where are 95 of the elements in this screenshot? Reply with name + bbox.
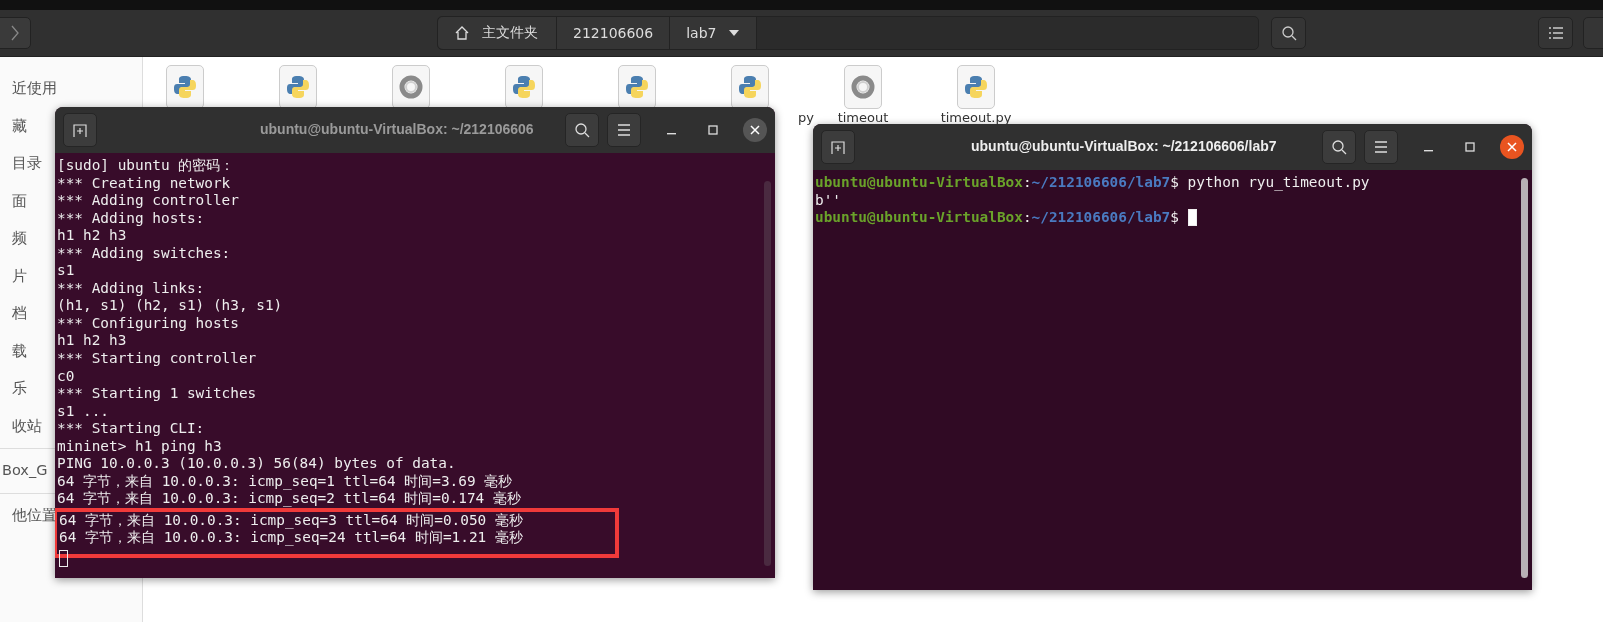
- sidebar-item[interactable]: 近使用: [12, 70, 57, 108]
- terminal-text: *** Adding links:: [57, 279, 205, 296]
- sidebar-item[interactable]: 面: [12, 182, 27, 220]
- terminal-text: c0: [57, 367, 75, 384]
- python-logo-icon: [285, 74, 311, 100]
- terminal-text: 64 字节，来自 10.0.0.3: icmp_seq=2 ttl=64 时间=0.174 毫秒: [57, 490, 521, 507]
- minimize-icon: [666, 133, 676, 135]
- prompt-user: ubuntu@ubuntu-VirtualBox: [815, 174, 1023, 190]
- sidebar-item[interactable]: 载: [12, 332, 27, 370]
- terminal-text: *** Adding hosts:: [57, 209, 205, 226]
- terminal-text: mininet> h1 ping h3: [57, 437, 222, 454]
- forward-button[interactable]: [0, 17, 31, 49]
- terminal-text: *** Adding controller: [57, 192, 239, 209]
- file-name: py: [798, 110, 814, 125]
- path-segment[interactable]: lab7: [670, 17, 758, 49]
- window-title: ubuntu@ubuntu-VirtualBox: ~/212106606/lab7: [971, 138, 1277, 154]
- python-logo-icon: [172, 74, 198, 100]
- search-button[interactable]: [1322, 130, 1356, 164]
- terminal-text: h1 h2 h3: [57, 332, 127, 349]
- terminal-text: b'': [815, 191, 841, 208]
- terminal-text: PING 10.0.0.3 (10.0.0.3) 56(84) bytes of data.: [57, 455, 456, 472]
- ring-icon: [398, 74, 424, 100]
- menu-icon: [1374, 141, 1388, 153]
- terminal-text: *** Starting CLI:: [57, 420, 205, 437]
- scrollbar[interactable]: [1521, 178, 1528, 578]
- minimize-icon: [1423, 150, 1433, 152]
- terminal-text: $: [1170, 209, 1180, 226]
- sidebar-item[interactable]: Box_G: [2, 452, 48, 490]
- file-icon[interactable]: [731, 65, 769, 109]
- new-tab-icon: [72, 122, 88, 138]
- terminal-text: $ python ryu_timeout.py: [1170, 174, 1370, 190]
- file-name: timeout.py: [940, 110, 1012, 125]
- file-icon[interactable]: [392, 65, 430, 109]
- sidebar-item[interactable]: 他位置: [12, 496, 57, 534]
- search-icon: [1280, 25, 1297, 41]
- list-icon: [1547, 26, 1564, 40]
- window-title: ubuntu@ubuntu-VirtualBox: ~/212106606: [260, 121, 534, 137]
- list-view-button[interactable]: [1538, 17, 1573, 49]
- prompt-path: ~/212106606/lab7: [1031, 174, 1171, 190]
- terminal-text: s1 ...: [57, 402, 109, 419]
- terminal-text: *** Adding switches:: [57, 244, 231, 261]
- chevron-icon: [9, 25, 20, 41]
- sidebar-item[interactable]: 频: [12, 220, 27, 258]
- sidebar-item[interactable]: 片: [12, 257, 27, 295]
- ring-icon: [850, 74, 876, 100]
- prompt-user: ubuntu@ubuntu-VirtualBox: [815, 209, 1023, 226]
- text-cursor: [59, 549, 68, 567]
- terminal-text: (h1, s1) (h2, s1) (h3, s1): [57, 297, 283, 314]
- file-icon[interactable]: [279, 65, 317, 109]
- scrollbar[interactable]: [764, 181, 771, 566]
- search-button[interactable]: [565, 113, 599, 147]
- sidebar-item[interactable]: 目录: [12, 145, 42, 183]
- new-tab-button[interactable]: [63, 113, 97, 147]
- close-button[interactable]: [1500, 135, 1524, 159]
- sidebar-item[interactable]: 乐: [12, 370, 27, 408]
- path-segment[interactable]: 212106606: [557, 17, 671, 49]
- python-logo-icon: [511, 74, 537, 100]
- prompt-path: ~/212106606/lab7: [1031, 209, 1171, 226]
- home-icon: [454, 25, 470, 41]
- terminal-text: *** Starting 1 switches: [57, 385, 257, 402]
- search-icon: [574, 122, 590, 138]
- terminal-text: *** Starting controller: [57, 350, 257, 366]
- terminal-text: 64 字节，来自 10.0.0.3: icmp_seq=3 ttl=64 时间=0.050 毫秒: [59, 511, 523, 528]
- terminal-text: *** Creating network: [57, 174, 231, 191]
- terminal-text: s1: [57, 262, 75, 279]
- python-logo-icon: [624, 74, 650, 100]
- search-icon: [1331, 139, 1347, 155]
- path-segment[interactable]: 主文件夹: [438, 17, 557, 49]
- terminal-text: :: [1022, 174, 1032, 190]
- menu-icon: [617, 124, 631, 136]
- new-tab-button[interactable]: [821, 130, 855, 164]
- sidebar-item[interactable]: 档: [12, 295, 27, 333]
- python-logo-icon: [737, 74, 763, 100]
- file-name: timeout: [837, 110, 889, 125]
- text-cursor: [1187, 209, 1197, 227]
- maximize-icon: [708, 125, 718, 135]
- close-icon: [1507, 142, 1517, 152]
- file-icon[interactable]: [166, 65, 204, 109]
- file-icon[interactable]: [505, 65, 543, 109]
- python-logo-icon: [963, 74, 989, 100]
- close-button[interactable]: [743, 118, 767, 142]
- terminal-text: 64 字节，来自 10.0.0.3: icmp_seq=24 ttl=64 时间=1.21 毫秒: [59, 528, 523, 545]
- terminal-text: 64 字节，来自 10.0.0.3: icmp_seq=1 ttl=64 时间=3.69 毫秒: [57, 472, 513, 489]
- sidebar-item[interactable]: 收站: [12, 407, 42, 445]
- caret-icon: [728, 29, 741, 37]
- terminal-text: [sudo] ubuntu 的密码：: [57, 157, 235, 173]
- search-button[interactable]: [1271, 17, 1306, 49]
- terminal-text: h1 h2 h3: [57, 227, 127, 244]
- new-tab-icon: [830, 139, 846, 155]
- file-icon[interactable]: [618, 65, 656, 109]
- sidebar-item[interactable]: 藏: [12, 107, 27, 145]
- terminal-text: *** Configuring hosts: [57, 314, 239, 331]
- terminal-text: :: [1022, 209, 1032, 226]
- maximize-icon: [1465, 142, 1475, 152]
- close-icon: [750, 125, 760, 135]
